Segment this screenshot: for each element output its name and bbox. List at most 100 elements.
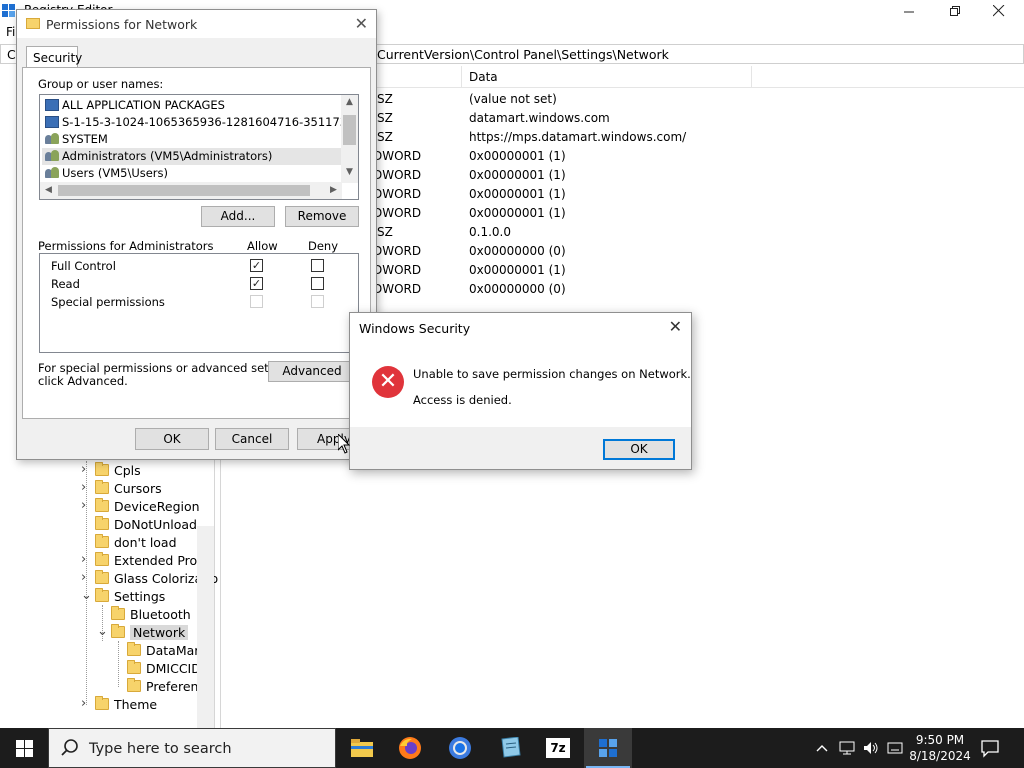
tree-item[interactable]: Extended Prope: [95, 551, 213, 569]
tree-item[interactable]: Cursors: [95, 479, 162, 497]
close-icon[interactable]: ✕: [669, 317, 682, 336]
tree-item-label: Network: [130, 624, 189, 640]
tree-item-label: DoNotUnload: [114, 516, 197, 532]
users-hscroll-thumb[interactable]: [58, 185, 310, 196]
tree-item-label: Cpls: [114, 462, 141, 478]
firefox-icon[interactable]: [386, 728, 434, 768]
folder-icon: [26, 18, 40, 29]
system-tray: [815, 728, 903, 768]
user-list-item[interactable]: Users (VM5\Users): [42, 165, 342, 182]
permissions-dialog-titlebar[interactable]: Permissions for Network ✕: [17, 10, 376, 38]
7zip-label: 7z: [546, 738, 570, 758]
chrome-icon[interactable]: [436, 728, 484, 768]
allow-column-header: Allow: [247, 239, 278, 253]
scroll-down-icon[interactable]: ▼: [341, 167, 358, 177]
deny-checkbox[interactable]: [311, 259, 324, 272]
users-horizontal-scrollbar[interactable]: ◀ ▶: [40, 182, 342, 199]
column-header-data[interactable]: Data: [469, 70, 498, 84]
volume-icon[interactable]: [863, 741, 879, 755]
advanced-button[interactable]: Advanced: [268, 361, 356, 382]
cancel-button[interactable]: Cancel: [215, 428, 289, 450]
keyboard-icon[interactable]: [887, 741, 903, 755]
permissions-list: Full Control ✓ Read ✓ Special permissions: [39, 253, 359, 353]
value-data: 0x00000001 (1): [469, 263, 566, 277]
deny-checkbox[interactable]: [311, 277, 324, 290]
file-explorer-icon[interactable]: [338, 728, 386, 768]
chevron-right-icon[interactable]: ›: [81, 571, 91, 584]
regedit-icon[interactable]: [584, 728, 632, 768]
close-button[interactable]: [976, 0, 1022, 22]
chevron-down-icon[interactable]: ⌄: [97, 625, 108, 638]
tree-item-label: DMICCID: [146, 660, 201, 676]
users-vscroll-thumb[interactable]: [343, 115, 356, 145]
7zip-icon[interactable]: 7z: [534, 728, 582, 768]
tree-item[interactable]: Network: [111, 623, 189, 641]
chevron-right-icon[interactable]: ›: [81, 481, 91, 494]
allow-checkbox[interactable]: ✓: [250, 277, 263, 290]
error-detail: Access is denied.: [413, 393, 512, 407]
tree-item[interactable]: Theme: [95, 695, 157, 713]
chevron-right-icon[interactable]: ›: [81, 697, 91, 710]
scroll-right-icon[interactable]: ▶: [325, 185, 342, 195]
user-list-item[interactable]: ALL APPLICATION PACKAGES: [42, 97, 342, 114]
mouse-cursor-icon: [338, 434, 350, 454]
allow-checkbox[interactable]: ✓: [250, 259, 263, 272]
chevron-up-icon[interactable]: [815, 741, 829, 755]
tree-item[interactable]: Settings: [95, 587, 165, 605]
tab-security[interactable]: Security: [26, 46, 82, 68]
value-type: SZ: [377, 225, 393, 239]
taskbar-clock[interactable]: 9:50 PM 8/18/2024: [905, 732, 975, 764]
chevron-right-icon[interactable]: ›: [81, 553, 91, 566]
tree-item-label: Settings: [114, 588, 166, 604]
notepad-icon[interactable]: [486, 728, 534, 768]
add-button[interactable]: Add...: [201, 206, 275, 227]
tree-item[interactable]: don't load: [95, 533, 177, 551]
allow-checkbox: [250, 295, 263, 308]
folder-icon: [127, 642, 141, 656]
tree-item[interactable]: Preferenc: [127, 677, 205, 695]
remove-button[interactable]: Remove: [285, 206, 359, 227]
tree-item[interactable]: DeviceRegion: [95, 497, 200, 515]
ok-button[interactable]: OK: [603, 439, 675, 460]
value-data: https://mps.datamart.windows.com/: [469, 130, 687, 144]
user-list-item[interactable]: S-1-15-3-1024-1065365936-1281604716-3511…: [42, 114, 358, 131]
permission-row: Read ✓: [51, 277, 351, 293]
chevron-right-icon[interactable]: ›: [81, 463, 91, 476]
menu-file[interactable]: Fi: [6, 25, 15, 39]
permissions-dialog: Permissions for Network ✕ Security Group…: [16, 9, 377, 460]
user-list-item[interactable]: SYSTEM: [42, 131, 342, 148]
user-name: ALL APPLICATION PACKAGES: [62, 98, 225, 112]
minimize-button[interactable]: [886, 0, 932, 22]
close-icon[interactable]: ✕: [355, 14, 368, 33]
chevron-down-icon[interactable]: ⌄: [81, 589, 92, 602]
start-button[interactable]: [0, 728, 48, 768]
value-type: SZ: [377, 92, 393, 106]
value-type: DWORD: [373, 244, 422, 258]
users-list[interactable]: ALL APPLICATION PACKAGES S-1-15-3-1024-10…: [39, 94, 359, 200]
scroll-up-icon[interactable]: ▲: [341, 97, 358, 107]
network-icon[interactable]: [839, 741, 855, 755]
group-icon: [45, 133, 59, 145]
value-type: DWORD: [373, 168, 422, 182]
user-list-item[interactable]: Administrators (VM5\Administrators): [42, 148, 342, 165]
tree-item[interactable]: Bluetooth: [111, 605, 191, 623]
tree-item[interactable]: DMICCID: [127, 659, 201, 677]
advanced-note-line1: For special permissions or advanced sett…: [38, 361, 301, 375]
tree-item[interactable]: DoNotUnload: [95, 515, 197, 533]
restore-button[interactable]: [932, 0, 978, 22]
tree-item[interactable]: Cpls: [95, 461, 141, 479]
users-vertical-scrollbar[interactable]: ▲ ▼: [341, 95, 358, 183]
ok-button[interactable]: OK: [135, 428, 209, 450]
permission-name: Special permissions: [51, 295, 165, 309]
folder-icon: [111, 624, 125, 638]
group-icon: [45, 150, 59, 162]
tree-item-label: Cursors: [114, 480, 162, 496]
notification-button[interactable]: [980, 738, 1000, 761]
tree-item[interactable]: DataMark: [127, 641, 207, 659]
scroll-left-icon[interactable]: ◀: [40, 185, 57, 195]
tree-item-label: Bluetooth: [130, 606, 191, 622]
taskbar-search[interactable]: Type here to search: [48, 728, 336, 768]
chevron-right-icon[interactable]: ›: [81, 499, 91, 512]
folder-icon: [95, 480, 109, 494]
folder-icon: [95, 534, 109, 548]
